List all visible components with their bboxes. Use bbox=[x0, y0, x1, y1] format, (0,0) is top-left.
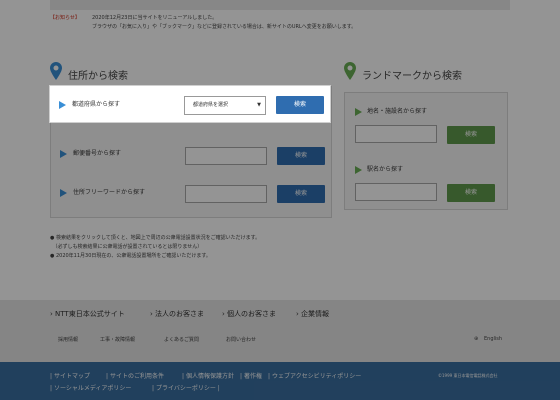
landmark-pin-icon bbox=[344, 62, 356, 80]
station-label: 駅名から探す bbox=[367, 166, 404, 173]
postal-row: 郵便番号から探す 検索 bbox=[51, 137, 333, 171]
arrow-right-icon bbox=[60, 189, 67, 197]
page: 【お知らせ】 2020年12月23日に当サイトをリニューアルしました。 ブラウザ… bbox=[0, 0, 560, 400]
footer-link-business[interactable]: › 法人のお客さま bbox=[150, 309, 204, 319]
postal-label: 郵便番号から探す bbox=[73, 150, 122, 157]
footer-sub-contact[interactable]: お問い合わせ bbox=[226, 336, 256, 343]
footer-link-ntt[interactable]: › NTT東日本公式サイト bbox=[50, 309, 125, 319]
prefecture-label: 都道府県から探す bbox=[72, 101, 121, 108]
prefecture-row: 都道府県から探す 都道府県を選択 ▼ 検索 bbox=[49, 85, 331, 123]
prefecture-select[interactable]: 都道府県を選択 ▼ bbox=[184, 96, 266, 115]
freeword-search-button[interactable]: 検索 bbox=[277, 185, 325, 203]
copyright-text: ©1999 東日本電信電話株式会社 bbox=[438, 373, 498, 378]
address-search-title: 住所から検索 bbox=[68, 71, 128, 82]
notice: 【お知らせ】 2020年12月23日に当サイトをリニューアルしました。 ブラウザ… bbox=[50, 12, 510, 42]
note-line: ● 2020年11月30日現在の、公衆電話設置場所をご確認いただけます。 bbox=[50, 253, 211, 259]
bottom-link-privacy[interactable]: | プライバシーポリシー | bbox=[152, 383, 220, 392]
postal-search-button[interactable]: 検索 bbox=[277, 147, 325, 165]
landmark-search-title: ランドマークから検索 bbox=[362, 71, 462, 82]
bottom-link-copyright[interactable]: | 著作権 bbox=[240, 371, 262, 380]
station-search-button[interactable]: 検索 bbox=[447, 184, 495, 202]
bottom-link-terms[interactable]: | サイトのご利用条件 bbox=[106, 371, 164, 380]
footer-link-company[interactable]: › 企業情報 bbox=[296, 309, 329, 319]
top-strip bbox=[50, 0, 510, 10]
map-pin-icon bbox=[50, 62, 62, 80]
footer-bottom-band: | サイトマップ | サイトのご利用条件 | 個人情報保護方針 | 著作権 | … bbox=[0, 362, 560, 400]
arrow-right-icon bbox=[355, 166, 362, 174]
freeword-input[interactable] bbox=[185, 185, 267, 203]
place-search-button[interactable]: 検索 bbox=[447, 126, 495, 144]
landmark-search-panel: 地名・施設名から探す 検索 駅名から探す 検索 bbox=[344, 92, 508, 210]
bottom-link-sitemap[interactable]: | サイトマップ bbox=[50, 371, 90, 380]
freeword-label: 住所フリーワードから探す bbox=[73, 189, 146, 196]
english-link[interactable]: English bbox=[484, 336, 502, 342]
prefecture-select-value: 都道府県を選択 bbox=[193, 102, 229, 108]
notice-tag: 【お知らせ】 bbox=[50, 15, 80, 21]
footer-sub-faq[interactable]: よくあるご質問 bbox=[164, 336, 199, 343]
footer-links-band: › NTT東日本公式サイト › 法人のお客さま › 個人のお客さま › 企業情報… bbox=[0, 300, 560, 362]
footer-sub-recruit[interactable]: 採用情報 bbox=[58, 336, 78, 343]
bottom-link-social[interactable]: | ソーシャルメディアポリシー bbox=[50, 383, 131, 392]
bottom-link-privacy-policy[interactable]: | 個人情報保護方針 bbox=[182, 371, 234, 380]
station-input[interactable] bbox=[355, 183, 437, 201]
postal-code-input[interactable] bbox=[185, 147, 267, 165]
footer-sub-construction[interactable]: 工事・故障情報 bbox=[100, 336, 135, 343]
globe-icon: ⊕ bbox=[474, 336, 479, 342]
search-notes: ● 検索結果をクリックして頂くと、地図上で周辺の公衆電話設置状況をご確認いただけ… bbox=[50, 234, 260, 261]
note-line: （必ずしも検索結果に公衆電話が設置されているとは限りません） bbox=[50, 244, 203, 250]
prefecture-search-button[interactable]: 検索 bbox=[276, 96, 324, 114]
note-line: ● 検索結果をクリックして頂くと、地図上で周辺の公衆電話設置状況をご確認いただけ… bbox=[50, 235, 261, 241]
arrow-right-icon bbox=[355, 108, 362, 116]
notice-line-2: ブラウザの「お気に入り」や「ブックマーク」などに登録されている場合は、新サイトの… bbox=[92, 24, 357, 30]
place-label: 地名・施設名から探す bbox=[367, 108, 428, 115]
place-input[interactable] bbox=[355, 125, 437, 143]
arrow-right-icon bbox=[59, 101, 66, 109]
arrow-right-icon bbox=[60, 150, 67, 158]
bottom-link-accessibility[interactable]: | ウェブアクセシビリティポリシー bbox=[268, 371, 361, 380]
chevron-down-icon: ▼ bbox=[257, 102, 261, 108]
footer-link-personal[interactable]: › 個人のお客さま bbox=[222, 309, 276, 319]
freeword-row: 住所フリーワードから探す 検索 bbox=[51, 177, 333, 211]
notice-line-1: 2020年12月23日に当サイトをリニューアルしました。 bbox=[92, 15, 218, 21]
